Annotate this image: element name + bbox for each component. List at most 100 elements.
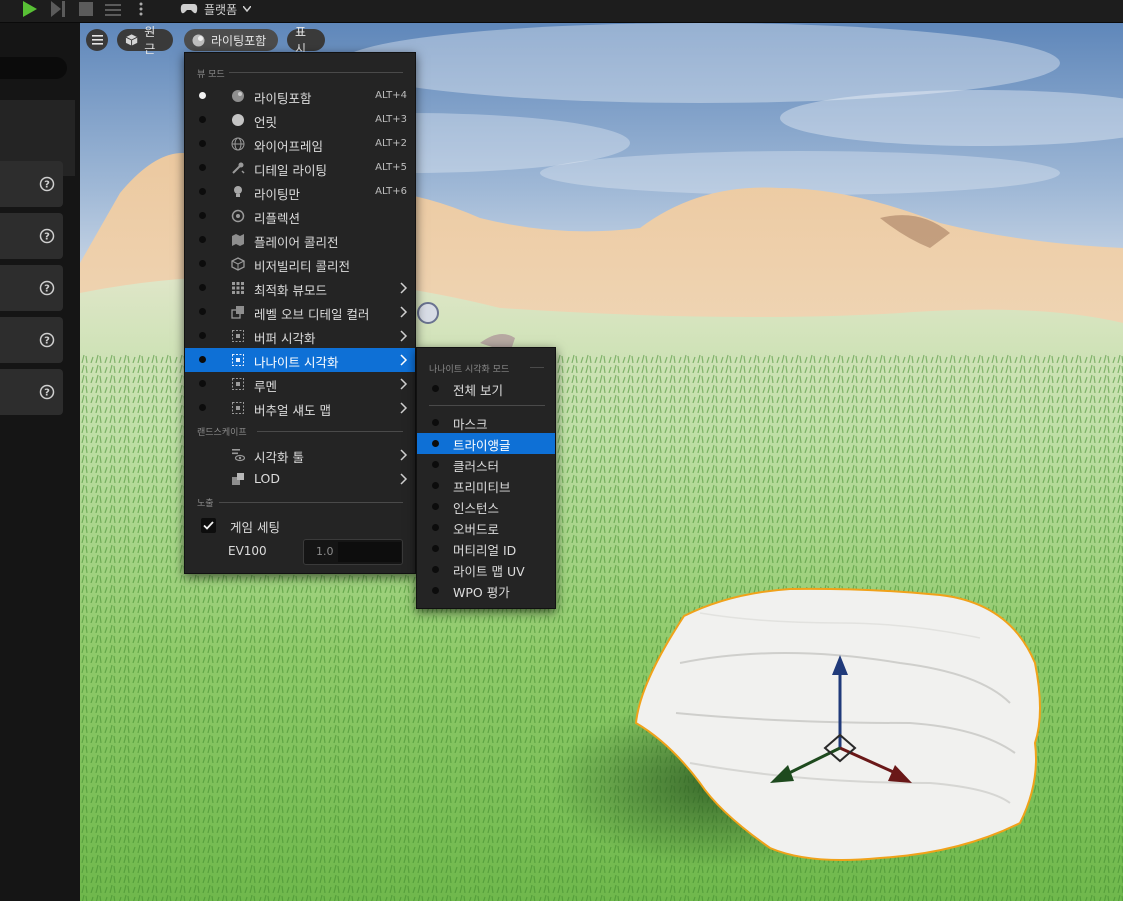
help-icon[interactable]: ? (39, 228, 55, 244)
viewport-options-button[interactable] (86, 29, 108, 51)
menu-item-lumen[interactable]: 루멘 (185, 372, 415, 396)
visualizer-tool-icon (232, 449, 245, 462)
game-settings-checkbox[interactable] (201, 518, 216, 533)
panel-row[interactable]: ? (0, 161, 63, 207)
radio-dot (199, 308, 206, 315)
nanite-item-instances[interactable]: 인스턴스 (417, 496, 555, 517)
menu-item-label: 버퍼 시각화 (254, 331, 316, 346)
shortcut-label: ALT+2 (375, 138, 407, 149)
nanite-item-lightmap-uv[interactable]: 라이트 맵 UV (417, 559, 555, 580)
panel-row[interactable]: ? (0, 265, 63, 311)
menu-item-lod-coloration[interactable]: 레벨 오브 디테일 컬러 (185, 300, 415, 324)
menu-item-label: 버추얼 섀도 맵 (254, 403, 331, 418)
menu-item-label: 라이트 맵 UV (453, 564, 525, 579)
checkmark-icon (203, 521, 214, 530)
radio-dot (199, 212, 206, 219)
shortcut-label: ALT+4 (375, 90, 407, 101)
panel-search-input[interactable] (0, 57, 67, 79)
visibility-collision-icon (231, 257, 245, 271)
menu-item-wireframe[interactable]: 와이어프레임 ALT+2 (185, 132, 415, 156)
nanite-item-overview[interactable]: 전체 보기 (417, 378, 555, 399)
platforms-button[interactable]: 플랫폼 (180, 0, 270, 18)
chevron-right-icon (400, 354, 408, 366)
perspective-button[interactable]: 원근 (117, 25, 173, 56)
menu-item-visibility-collision[interactable]: 비저빌리티 콜리전 (185, 252, 415, 276)
help-icon[interactable]: ? (39, 332, 55, 348)
more-options-button[interactable] (134, 0, 148, 18)
menu-item-label: 비저빌리티 콜리전 (254, 259, 350, 274)
ev100-label: EV100 (228, 544, 267, 558)
lumen-icon (232, 378, 244, 390)
ev100-value: 1.0 (316, 545, 334, 558)
play-icon (23, 1, 37, 17)
nanite-item-wpo-evaluation[interactable]: WPO 평가 (417, 580, 555, 601)
ev100-input[interactable]: 1.0 (303, 539, 403, 565)
panel-row[interactable]: ? (0, 369, 63, 415)
main-toolbar: 플랫폼 (0, 0, 1123, 23)
menu-item-lighting-only[interactable]: 라이팅만 ALT+6 (185, 180, 415, 204)
radio-dot (432, 385, 439, 392)
section-title-exposure: 노출 (197, 499, 214, 509)
menu-item-landscape-lod[interactable]: LOD (185, 467, 415, 491)
radio-dot (432, 461, 439, 468)
chevron-right-icon (400, 473, 408, 485)
show-flags-button[interactable]: 표시 (287, 25, 325, 56)
section-title-landscape: 랜드스케이프 (197, 428, 247, 438)
menu-item-player-collision[interactable]: 플레이어 콜리전 (185, 228, 415, 252)
menu-item-nanite-visualization[interactable]: 나나이트 시각화 (185, 348, 415, 372)
menu-item-reflections[interactable]: 리플렉션 (185, 204, 415, 228)
nanite-item-primitives[interactable]: 프리미티브 (417, 475, 555, 496)
svg-text:?: ? (44, 388, 50, 399)
menu-item-label: 플레이어 콜리전 (254, 235, 339, 250)
menu-item-label: 디테일 라이팅 (254, 163, 327, 178)
stop-button[interactable] (78, 0, 94, 18)
nanite-item-mask[interactable]: 마스크 (417, 412, 555, 433)
radio-dot (199, 284, 206, 291)
optimization-grid-icon (232, 282, 244, 294)
help-icon[interactable]: ? (39, 176, 55, 192)
hamburger-icon (91, 35, 103, 45)
radio-dot (199, 404, 206, 411)
menu-item-label: WPO 평가 (453, 585, 510, 600)
nanite-item-overdraw[interactable]: 오버드로 (417, 517, 555, 538)
nanite-item-clusters[interactable]: 클러스터 (417, 454, 555, 475)
play-options-button[interactable] (104, 0, 122, 18)
panel-row[interactable]: ? (0, 213, 63, 259)
menu-item-label: 마스크 (453, 417, 488, 432)
left-details-panel: ? ? ? ? ? (0, 23, 80, 901)
view-mode-button[interactable]: 라이팅포함 (184, 29, 278, 51)
menu-item-landscape-visualizer[interactable]: 시각화 툴 (185, 443, 415, 467)
help-icon[interactable]: ? (39, 384, 55, 400)
menu-item-label: 프리미티브 (453, 480, 511, 495)
menu-item-detail-lighting[interactable]: 디테일 라이팅 ALT+5 (185, 156, 415, 180)
shortcut-label: ALT+3 (375, 114, 407, 125)
game-settings-label: 게임 세팅 (230, 520, 280, 535)
menu-item-unlit[interactable]: 언릿 ALT+3 (185, 108, 415, 132)
menu-item-virtual-shadow-map[interactable]: 버추얼 섀도 맵 (185, 396, 415, 420)
wireframe-sphere-icon (231, 137, 245, 151)
nanite-item-triangles[interactable]: 트라이앵글 (417, 433, 555, 454)
cube-icon (125, 34, 138, 46)
menu-item-label: 전체 보기 (453, 383, 503, 398)
svg-text:?: ? (44, 336, 50, 347)
radio-dot (199, 140, 206, 147)
menu-item-label: 오버드로 (453, 522, 500, 537)
menu-item-lit[interactable]: 라이팅포함 ALT+4 (185, 84, 415, 108)
section-divider (229, 72, 403, 73)
radio-dot (432, 566, 439, 573)
nanite-item-material-id[interactable]: 머티리얼 ID (417, 538, 555, 559)
radio-dot (199, 260, 206, 267)
section-title-nanite-modes: 나나이트 시각화 모드 (429, 365, 510, 375)
play-button[interactable] (18, 0, 42, 18)
menu-item-buffer-visualization[interactable]: 버퍼 시각화 (185, 324, 415, 348)
step-button[interactable] (48, 0, 68, 18)
radio-dot (432, 419, 439, 426)
panel-row[interactable]: ? (0, 317, 63, 363)
menu-item-optimization-viewmodes[interactable]: 최적화 뷰모드 (185, 276, 415, 300)
ev100-slider-track[interactable] (338, 542, 401, 562)
help-icon[interactable]: ? (39, 280, 55, 296)
platforms-label: 플랫폼 (204, 2, 238, 17)
svg-text:?: ? (44, 232, 50, 243)
chevron-right-icon (400, 330, 408, 342)
shortcut-label: ALT+6 (375, 186, 407, 197)
